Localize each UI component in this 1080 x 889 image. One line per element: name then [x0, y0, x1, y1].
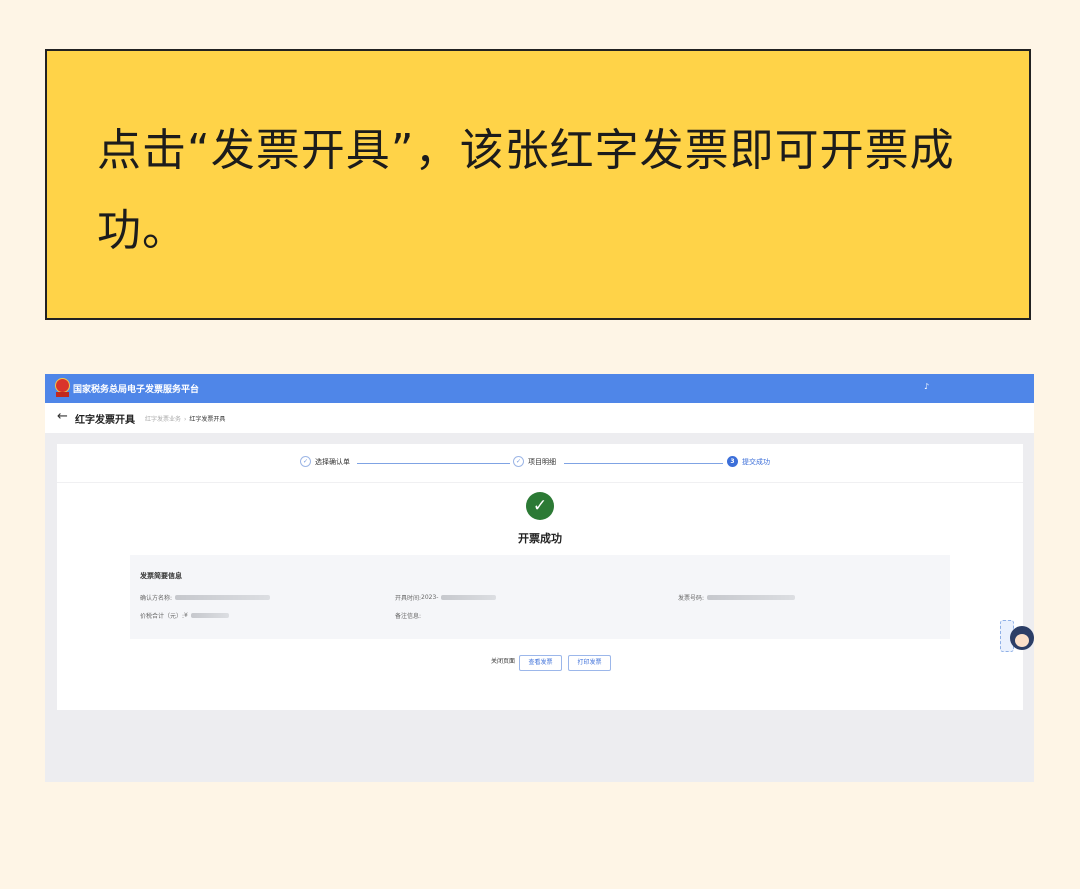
tax-emblem-base — [56, 392, 69, 397]
invoice-summary-box: 发票简要信息 确认方名称: 开具时间: 2023- 发票号码: 价税合计（元）:… — [130, 555, 950, 639]
platform-title: 国家税务总局电子发票服务平台 — [73, 385, 200, 395]
app-screenshot: 国家税务总局电子发票服务平台 ♪ ← 红字发票开具 红字发票业务 › 红字发票开具 … — [45, 374, 1034, 782]
redacted-value — [190, 613, 229, 618]
success-title: 开票成功 — [518, 532, 562, 545]
field-label: 确认方名称: — [140, 595, 173, 602]
step-done-icon: ✓ — [513, 456, 524, 467]
field-label: 发票号码: — [678, 595, 705, 602]
field-remarks: 备注信息: — [395, 611, 421, 620]
step-connector — [564, 463, 723, 464]
page-title: 红字发票开具 — [75, 415, 135, 426]
assistant-face — [1015, 634, 1029, 647]
step-connector — [357, 463, 510, 464]
instruction-text: 点击“发票开具”，该张红字发票即可开票成功。 — [97, 125, 955, 256]
step-label: 选择确认单 — [315, 457, 350, 466]
field-label: 备注信息: — [395, 613, 422, 620]
instruction-banner: 点击“发票开具”，该张红字发票即可开票成功。 — [45, 49, 1031, 320]
field-confirmer-name: 确认方名称: — [140, 593, 271, 602]
step-submit-success: 3 提交成功 — [727, 456, 770, 467]
page-header: ← 红字发票开具 红字发票业务 › 红字发票开具 — [45, 403, 1034, 433]
success-check-icon: ✓ — [526, 492, 554, 520]
close-page-button[interactable]: 关闭页面 — [483, 655, 523, 671]
topbar-user-icon[interactable]: ♪ — [924, 382, 929, 391]
field-label: 价税合计（元）: — [140, 613, 185, 620]
tax-emblem-icon — [55, 378, 70, 393]
field-issue-time: 开具时间: 2023- — [395, 593, 497, 602]
result-card: ✓ 选择确认单 ✓ 项目明细 3 提交成功 ✓ 开票成功 发票简要信息 确认方名… — [57, 444, 1023, 710]
field-invoice-number: 发票号码: — [678, 593, 796, 602]
step-label: 项目明细 — [528, 457, 556, 466]
step-select-confirmation: ✓ 选择确认单 — [300, 456, 350, 467]
field-label: 开具时间: — [395, 595, 422, 602]
summary-heading: 发票简要信息 — [140, 572, 182, 580]
breadcrumb-separator: › — [184, 416, 187, 423]
breadcrumb: 红字发票业务 › 红字发票开具 — [145, 414, 225, 423]
redacted-value — [175, 595, 271, 600]
step-current-icon: 3 — [727, 456, 738, 467]
field-total-with-tax: 价税合计（元）: ¥ — [140, 611, 229, 620]
step-label: 提交成功 — [742, 457, 770, 466]
field-value: ¥ — [184, 612, 188, 619]
steps-divider — [57, 482, 1023, 483]
breadcrumb-item-current: 红字发票开具 — [189, 416, 226, 423]
breadcrumb-item-parent[interactable]: 红字发票业务 — [145, 416, 181, 423]
print-invoice-button[interactable]: 打印发票 — [568, 655, 611, 671]
redacted-value — [707, 595, 796, 600]
redacted-value — [441, 595, 497, 600]
field-value: 2023- — [421, 594, 439, 601]
step-item-details: ✓ 项目明细 — [513, 456, 556, 467]
top-bar: 国家税务总局电子发票服务平台 ♪ — [45, 374, 1034, 403]
assistant-avatar-button[interactable] — [1000, 620, 1034, 656]
view-invoice-button[interactable]: 查看发票 — [519, 655, 562, 671]
step-done-icon: ✓ — [300, 456, 311, 467]
back-arrow-icon[interactable]: ← — [57, 409, 68, 424]
